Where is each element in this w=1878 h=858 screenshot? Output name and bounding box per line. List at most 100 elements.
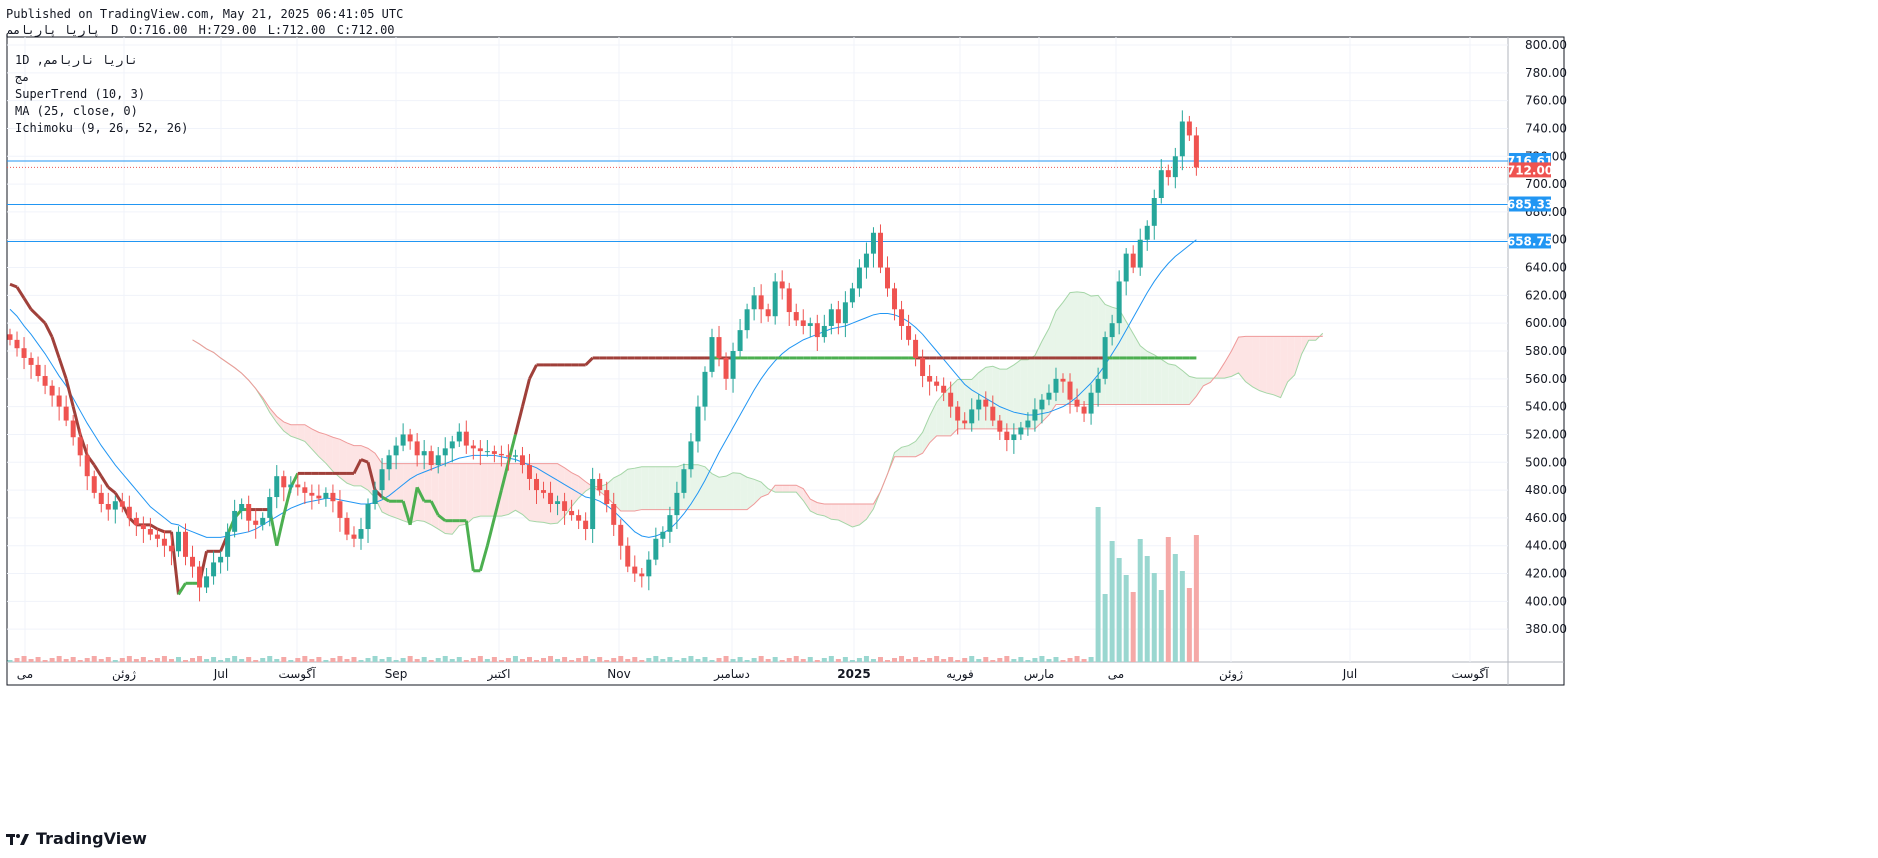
volume-bar bbox=[849, 660, 855, 662]
price-chart[interactable]: 800.00780.00760.00740.00720.00700.00680.… bbox=[0, 0, 1878, 858]
candle-body bbox=[969, 409, 975, 424]
candle-body bbox=[807, 323, 813, 326]
x-tick-label: 2025 bbox=[837, 667, 870, 681]
supertrend-segment bbox=[15, 286, 26, 299]
volume-bar bbox=[491, 657, 497, 662]
candle-body bbox=[225, 531, 231, 557]
cloud-segment bbox=[431, 463, 439, 530]
candle-body bbox=[407, 434, 413, 442]
last-price-badge-label: 712.00 bbox=[1507, 163, 1553, 177]
volume-bar bbox=[246, 657, 252, 662]
volume-bar bbox=[1186, 588, 1192, 662]
volume-bar bbox=[232, 656, 238, 662]
volume-bar bbox=[77, 660, 83, 662]
cloud-segment bbox=[1020, 359, 1028, 429]
legend-ichimoku[interactable]: Ichimoku (9, 26, 52, 26) bbox=[15, 120, 188, 137]
volume-bar bbox=[590, 659, 596, 662]
volume-bar bbox=[892, 658, 898, 662]
candle-body bbox=[976, 399, 982, 410]
cloud-segment bbox=[1259, 336, 1267, 394]
candle-body bbox=[168, 545, 174, 552]
volume-bar bbox=[386, 657, 392, 662]
candle-body bbox=[800, 320, 806, 326]
volume-bar bbox=[1081, 659, 1087, 662]
candle-body bbox=[758, 295, 764, 310]
volume-bar bbox=[814, 660, 820, 662]
candle-body bbox=[983, 399, 989, 407]
candle-body bbox=[1088, 392, 1094, 414]
volume-bar bbox=[112, 660, 118, 662]
cloud-segment bbox=[1245, 336, 1253, 387]
candle-body bbox=[828, 309, 834, 326]
supertrend-segment bbox=[30, 308, 40, 318]
volume-bar bbox=[372, 656, 378, 662]
volume-bar bbox=[449, 659, 455, 662]
supertrend-segment bbox=[50, 336, 61, 359]
x-tick-label: فوریه bbox=[946, 667, 974, 682]
candle-body bbox=[562, 501, 568, 511]
hline-badge-label: 658.75 bbox=[1507, 234, 1553, 248]
candle-body bbox=[842, 302, 848, 324]
y-tick-label: 500.00 bbox=[1525, 455, 1567, 469]
cloud-segment bbox=[1252, 336, 1260, 391]
candle-body bbox=[1186, 121, 1192, 136]
volume-bar bbox=[274, 659, 280, 662]
volume-bar bbox=[870, 659, 876, 662]
volume-bar bbox=[955, 660, 961, 662]
cloud-segment bbox=[852, 504, 860, 527]
candle-body bbox=[428, 451, 434, 466]
tradingview-brand[interactable]: TradingView bbox=[6, 829, 147, 848]
candle-body bbox=[183, 531, 188, 557]
cloud-segment bbox=[1006, 364, 1014, 429]
volume-bar bbox=[555, 659, 561, 662]
volume-bar bbox=[253, 660, 259, 662]
candle-body bbox=[625, 545, 631, 567]
x-tick-label: می bbox=[1108, 667, 1124, 681]
y-tick-label: 440.00 bbox=[1525, 539, 1567, 553]
volume-bar bbox=[365, 658, 371, 662]
candle-body bbox=[835, 309, 841, 324]
x-tick-label: Jul bbox=[1342, 667, 1357, 681]
volume-bar bbox=[91, 656, 97, 662]
candle-body bbox=[56, 395, 62, 407]
volume-bar bbox=[534, 660, 539, 662]
volume-bar bbox=[84, 658, 90, 662]
candle-body bbox=[934, 381, 940, 386]
candle-body bbox=[1053, 378, 1059, 393]
volume-bar bbox=[828, 656, 834, 662]
candle-body bbox=[962, 420, 968, 424]
candle-body bbox=[1039, 399, 1045, 410]
legend-ma[interactable]: MA (25, close, 0) bbox=[15, 103, 188, 120]
volume-bar bbox=[105, 657, 111, 662]
volume-bar bbox=[899, 656, 905, 662]
volume-bar bbox=[927, 658, 933, 662]
volume-bar bbox=[133, 659, 139, 662]
volume-bar bbox=[877, 657, 883, 662]
cloud-segment bbox=[634, 466, 642, 511]
supertrend-segment bbox=[282, 486, 293, 516]
volume-bar bbox=[646, 658, 652, 662]
y-tick-label: 640.00 bbox=[1525, 261, 1567, 275]
volume-bar bbox=[323, 660, 329, 662]
volume-bar bbox=[653, 656, 659, 662]
volume-bar bbox=[576, 658, 582, 662]
price-badges: 716.61685.33658.75712.00 bbox=[1507, 152, 1553, 249]
volume-bar bbox=[639, 660, 645, 662]
cloud-segment bbox=[480, 463, 488, 517]
cloud-segment bbox=[459, 463, 467, 526]
legend-supertrend[interactable]: SuperTrend (10, 3) bbox=[15, 86, 188, 103]
candle-body bbox=[1004, 431, 1010, 441]
volume-bar bbox=[660, 659, 666, 662]
x-tick-label: Sep bbox=[385, 667, 408, 681]
candle-body bbox=[63, 406, 69, 421]
volume-bar bbox=[625, 659, 631, 662]
candle-body bbox=[1060, 378, 1066, 382]
candle-body bbox=[358, 529, 364, 539]
volume-bar bbox=[344, 659, 350, 662]
candle-body bbox=[28, 357, 34, 365]
candle-body bbox=[716, 337, 722, 358]
candle-body bbox=[330, 492, 336, 502]
candle-body bbox=[569, 510, 575, 516]
volume-bar bbox=[175, 657, 181, 662]
x-tick-label: Nov bbox=[607, 667, 630, 681]
